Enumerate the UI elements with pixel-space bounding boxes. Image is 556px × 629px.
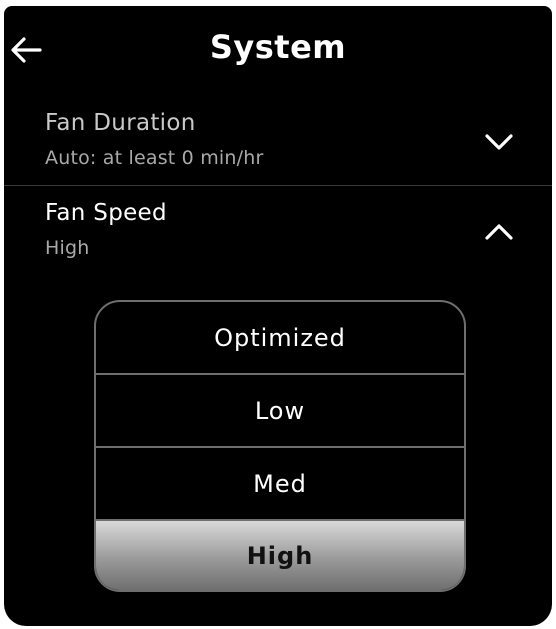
chevron-up-icon[interactable]	[484, 222, 514, 242]
option-med[interactable]: Med	[96, 448, 464, 519]
option-high[interactable]: High	[96, 521, 464, 590]
fan-speed-label: Fan Speed	[45, 200, 167, 226]
fan-duration-value: Auto: at least 0 min/hr	[45, 147, 264, 169]
row-divider	[4, 185, 552, 186]
option-optimized[interactable]: Optimized	[96, 302, 464, 373]
fan-speed-options: Optimized Low Med High	[94, 300, 466, 592]
fan-speed-row[interactable]: Fan Speed High	[4, 196, 552, 276]
fan-duration-label: Fan Duration	[45, 110, 196, 136]
fan-speed-value: High	[45, 237, 90, 259]
fan-duration-row[interactable]: Fan Duration Auto: at least 0 min/hr	[4, 106, 552, 186]
header: System	[4, 6, 552, 94]
option-low[interactable]: Low	[96, 375, 464, 446]
page-title: System	[209, 28, 347, 66]
chevron-down-icon[interactable]	[484, 132, 514, 152]
thermostat-screen: System Fan Duration Auto: at least 0 min…	[4, 6, 552, 626]
